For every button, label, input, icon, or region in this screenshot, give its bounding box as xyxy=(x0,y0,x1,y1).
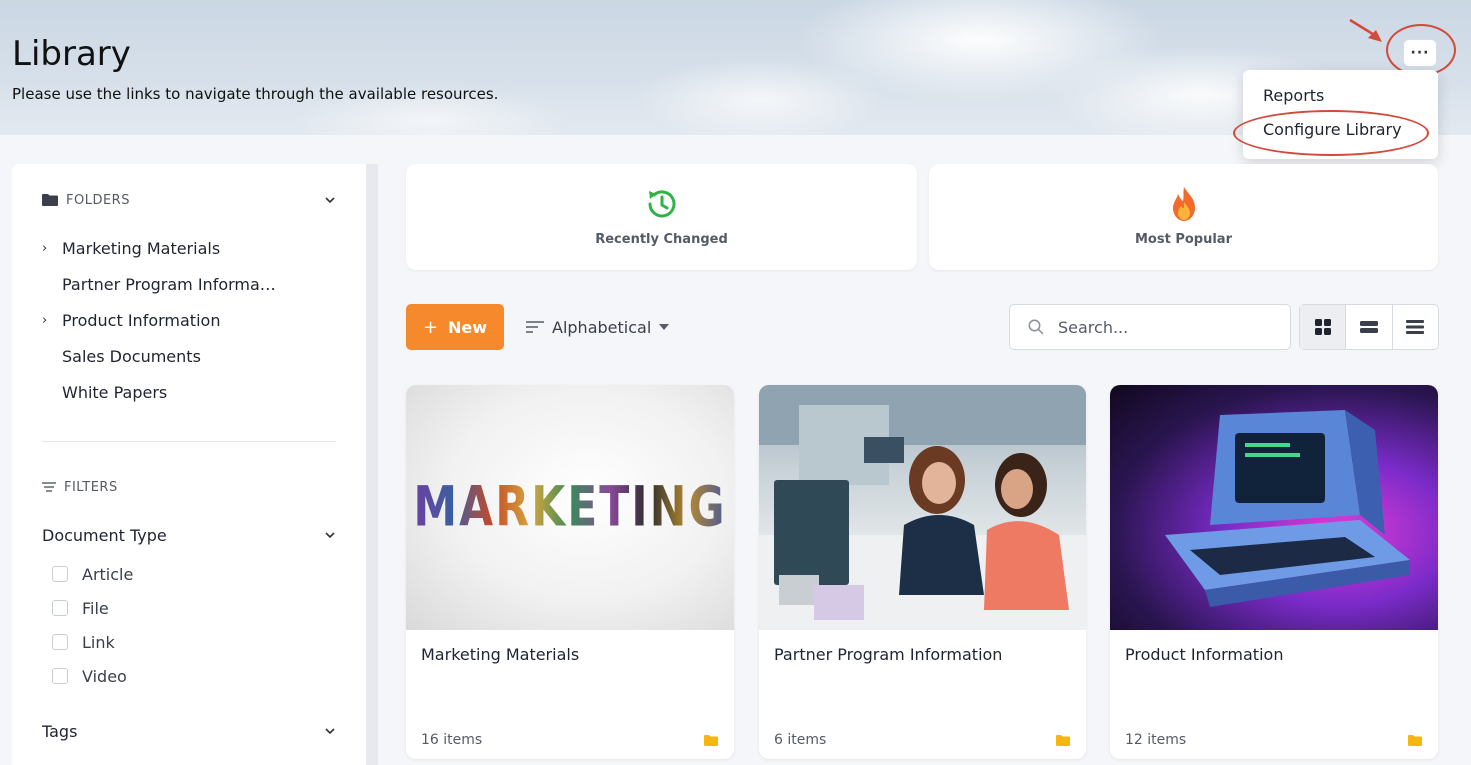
card-item-count: 12 items xyxy=(1125,732,1187,748)
card-item-count: 16 items xyxy=(421,732,483,748)
folder-icon xyxy=(704,735,718,746)
sidebar: FOLDERS › Marketing Materials Partner Pr… xyxy=(12,164,378,765)
search-icon xyxy=(1028,319,1044,335)
sidebar-scrollbar[interactable] xyxy=(366,164,378,765)
sort-icon xyxy=(526,321,544,333)
new-button[interactable]: + New xyxy=(406,304,504,350)
sort-label: Alphabetical xyxy=(552,317,652,337)
sidebar-folder-product-information[interactable]: › Product Information xyxy=(42,308,220,332)
most-popular-card[interactable]: Most Popular xyxy=(929,164,1438,270)
folder-label: Marketing Materials xyxy=(62,238,221,258)
filter-option-label: Article xyxy=(82,564,134,584)
tags-label: Tags xyxy=(42,721,78,741)
office-photo xyxy=(759,385,1086,630)
card-thumbnail xyxy=(1110,385,1438,630)
filter-option-video[interactable]: Video xyxy=(52,665,127,687)
folders-label: FOLDERS xyxy=(66,192,130,208)
search-input[interactable] xyxy=(1058,317,1278,337)
search-box[interactable] xyxy=(1009,304,1291,350)
page-subtitle: Please use the links to navigate through… xyxy=(12,85,499,103)
most-popular-label: Most Popular xyxy=(1134,232,1232,247)
sidebar-folder-partner-program[interactable]: Partner Program Informa… xyxy=(42,272,276,296)
compact-list-icon xyxy=(1359,321,1378,333)
filter-option-article[interactable]: Article xyxy=(52,563,133,585)
filters-section-header: FILTERS xyxy=(42,477,336,497)
sidebar-folder-white-papers[interactable]: White Papers xyxy=(42,380,167,404)
filter-icon xyxy=(42,482,56,492)
annotation-circle-more xyxy=(1386,24,1456,76)
filters-label: FILTERS xyxy=(64,479,118,495)
document-type-filter-header[interactable]: Document Type xyxy=(42,523,336,547)
grid-view-button[interactable] xyxy=(1300,305,1347,349)
annotation-circle-configure xyxy=(1233,110,1429,156)
recently-changed-label: Recently Changed xyxy=(595,232,728,247)
filter-option-label: Video xyxy=(82,666,127,686)
filter-option-label: Link xyxy=(82,632,115,652)
caret-down-icon xyxy=(659,324,670,330)
folder-label: Sales Documents xyxy=(62,346,201,366)
folder-icon xyxy=(42,194,58,206)
chevron-right-icon: › xyxy=(42,240,48,256)
clock-history-icon xyxy=(648,190,675,218)
folder-label: Product Information xyxy=(62,310,221,330)
folder-label: White Papers xyxy=(62,382,168,402)
compact-view-button[interactable] xyxy=(1346,305,1393,349)
annotation-arrow xyxy=(1349,18,1382,42)
list-view-button[interactable] xyxy=(1393,305,1438,349)
folder-icon xyxy=(1056,735,1070,746)
checkbox[interactable] xyxy=(52,600,68,616)
folder-card-product-information[interactable]: Product Information 12 items xyxy=(1110,385,1438,759)
card-thumbnail xyxy=(759,385,1086,630)
card-thumbnail: MARKETING xyxy=(406,385,734,630)
marketing-thumbnail-text: MARKETING xyxy=(413,475,727,540)
checkbox[interactable] xyxy=(52,634,68,650)
retro-computer-photo xyxy=(1165,410,1410,607)
tags-filter-header[interactable]: Tags xyxy=(42,719,336,743)
checkbox[interactable] xyxy=(52,566,68,582)
chevron-down-icon xyxy=(325,197,335,204)
filter-option-label: File xyxy=(82,598,109,618)
sidebar-folder-marketing-materials[interactable]: › Marketing Materials xyxy=(42,236,220,260)
recently-changed-card[interactable]: Recently Changed xyxy=(406,164,917,270)
chevron-right-icon: › xyxy=(42,312,48,328)
document-type-label: Document Type xyxy=(42,525,167,545)
grid-icon xyxy=(1314,319,1331,335)
filter-option-link[interactable]: Link xyxy=(52,631,115,653)
view-toggle xyxy=(1299,304,1439,350)
folder-label: Partner Program Informa… xyxy=(62,274,276,294)
folders-section-header[interactable]: FOLDERS xyxy=(42,190,336,210)
folder-card-partner-program[interactable]: Partner Program Information 6 items xyxy=(759,385,1086,759)
filter-option-file[interactable]: File xyxy=(52,597,109,619)
sidebar-divider xyxy=(42,441,336,442)
plus-icon: + xyxy=(422,316,439,338)
card-title: Partner Program Information xyxy=(774,645,1003,664)
page-title: Library xyxy=(12,34,131,74)
chevron-down-icon xyxy=(325,728,335,735)
list-icon xyxy=(1406,320,1425,334)
sort-dropdown[interactable]: Alphabetical xyxy=(526,315,670,339)
folder-icon xyxy=(1408,735,1422,746)
card-title: Product Information xyxy=(1125,645,1284,664)
new-button-label: New xyxy=(448,317,488,337)
card-item-count: 6 items xyxy=(774,732,827,748)
card-title: Marketing Materials xyxy=(421,645,580,664)
fire-icon xyxy=(1172,187,1195,221)
folder-card-marketing-materials[interactable]: MARKETING Marketing Materials 16 items xyxy=(406,385,734,759)
chevron-down-icon xyxy=(325,532,335,539)
checkbox[interactable] xyxy=(52,668,68,684)
sidebar-folder-sales-documents[interactable]: Sales Documents xyxy=(42,344,201,368)
